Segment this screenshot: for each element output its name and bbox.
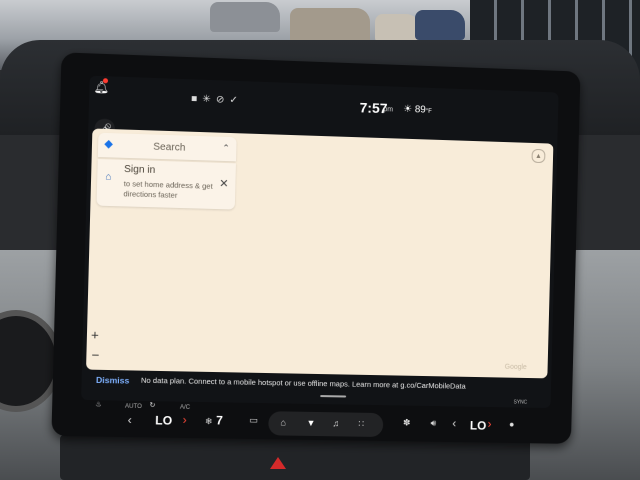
voice-icon[interactable]: ●	[509, 419, 515, 429]
google-maps-icon: ◆	[104, 137, 114, 151]
temperature-value: 89	[414, 104, 426, 116]
signin-description: to set home address & get directions fas…	[123, 179, 213, 200]
right-temperature: LO	[469, 418, 487, 433]
left-temperature: LO	[155, 413, 173, 428]
message-icon: ■	[190, 93, 203, 105]
search-label: Search	[153, 141, 186, 154]
notice-message: No data plan. Connect to a mobile hotspo…	[140, 375, 466, 391]
hazard-button-icon[interactable]	[270, 457, 286, 469]
seat-fan-icon[interactable]: 🔊︎	[430, 418, 437, 429]
infotainment-screen: 🔔︎ ■✳⊘✓ 7:57 pm ☀ 89°F 🎤︎ ⚙ 🔊︎ ➤ ◆ Searc…	[81, 75, 559, 409]
left-temp-up-icon[interactable]: ›	[182, 413, 186, 427]
zoom-in-button[interactable]: +	[91, 327, 99, 342]
check-circle-icon: ✓	[229, 94, 244, 107]
background-car	[210, 2, 280, 32]
background-car	[290, 8, 370, 44]
app-dock: ⌂ ▼ ♫ ∷	[268, 411, 384, 438]
fan-icon[interactable]: ❄	[205, 416, 213, 427]
recirculation-icon[interactable]: ↻	[149, 401, 155, 409]
status-indicators: ■✳⊘✓	[191, 93, 243, 106]
seat-heat-icon[interactable]: ♨	[95, 400, 102, 408]
home-icon[interactable]: ⌂	[280, 417, 286, 427]
climate-dock-bar: ♨ AUTO ↻ A/C ‹ LO › ❄ 7 ▭ ⌂ ▼ ♫ ∷ ✽ 🔊︎ ‹…	[80, 398, 550, 438]
fan-level: 7	[215, 413, 224, 428]
temperature-unit: °F	[425, 108, 432, 115]
zoom-out-button[interactable]: −	[91, 347, 99, 362]
location-pin-icon[interactable]: ▼	[306, 418, 315, 428]
dismiss-button[interactable]: Dismiss	[96, 375, 130, 386]
outside-temperature: ☀ 89°F	[403, 104, 432, 116]
home-icon: ⌂	[105, 171, 112, 183]
close-icon[interactable]: ✕	[219, 177, 229, 190]
signin-card[interactable]: ⌂ Sign in to set home address & get dire…	[96, 159, 236, 210]
background-car	[415, 10, 465, 40]
auto-climate-button[interactable]: AUTO	[125, 404, 142, 410]
google-watermark: Google	[504, 363, 527, 372]
right-temp-down-icon[interactable]: ‹	[452, 416, 456, 430]
car-icon[interactable]: ▭	[249, 415, 258, 426]
app-grid-icon[interactable]: ∷	[358, 419, 364, 430]
chevron-up-icon[interactable]: ⌃	[222, 143, 230, 154]
display-bezel: 🔔︎ ■✳⊘✓ 7:57 pm ☀ 89°F 🎤︎ ⚙ 🔊︎ ➤ ◆ Searc…	[51, 52, 581, 444]
compass-icon[interactable]: ▲	[531, 148, 546, 164]
map-view[interactable]: ◆ Search ⌃ ⌂ Sign in to set home address…	[86, 128, 554, 379]
left-temp-down-icon[interactable]: ‹	[128, 413, 132, 427]
maps-search-bar[interactable]: ◆ Search ⌃	[97, 132, 237, 162]
background-car	[375, 14, 420, 42]
music-note-icon[interactable]: ♫	[332, 418, 339, 428]
bluetooth-icon: ✳	[202, 93, 216, 106]
status-bar: 🔔︎ ■✳⊘✓ 7:57 pm ☀ 89°F	[89, 76, 559, 124]
right-temp-up-icon[interactable]: ›	[487, 417, 491, 431]
signal-off-icon: ⊘	[215, 94, 230, 106]
drag-handle[interactable]	[320, 395, 347, 398]
signin-title: Sign in	[123, 163, 156, 176]
fan-speed-icon[interactable]: ✽	[403, 417, 411, 428]
side-rail: 🎤︎ ⚙ 🔊︎ ➤	[92, 112, 118, 221]
sun-icon: ☀	[403, 103, 413, 116]
clock-ampm: pm	[383, 106, 394, 114]
notification-dot	[102, 78, 109, 84]
ac-button[interactable]: A/C	[180, 405, 190, 411]
